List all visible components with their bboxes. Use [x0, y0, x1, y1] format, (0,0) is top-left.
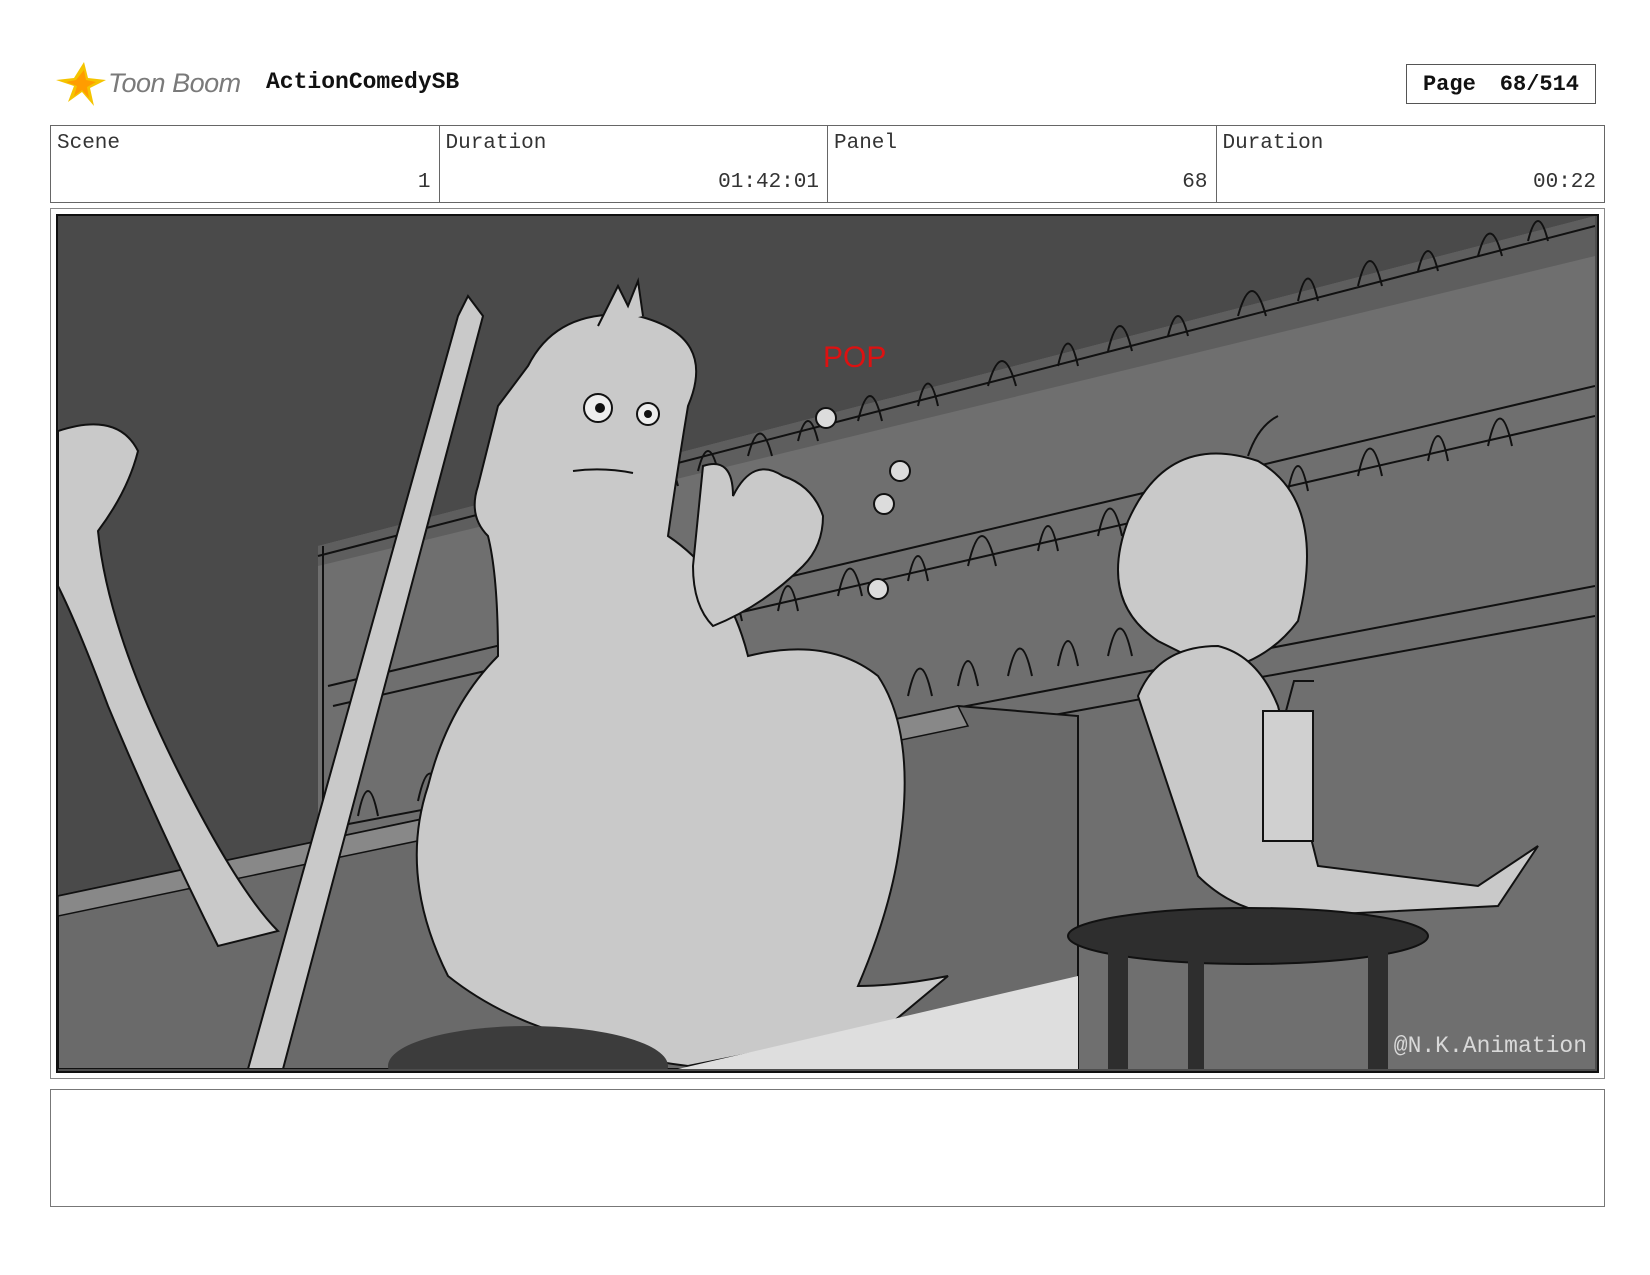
panel-duration-label: Duration [1222, 132, 1324, 155]
storyboard-panel: POP @N.K.Animation [50, 208, 1605, 1079]
storyboard-header: Toon Boom ActionComedySB Page 68/514 [54, 56, 1602, 112]
scene-duration-value: 01:42:01 [718, 171, 819, 194]
scene-label: Scene [57, 132, 121, 155]
panel-artwork: POP @N.K.Animation [56, 214, 1599, 1073]
artist-watermark: @N.K.Animation [1393, 1033, 1587, 1059]
panel-info-row: Scene 1 Duration 01:42:01 Panel 68 Durat… [50, 125, 1605, 203]
panel-cell: Panel 68 [828, 126, 1217, 202]
panel-duration-cell: Duration 00:22 [1217, 126, 1605, 202]
scene-value: 1 [417, 171, 431, 194]
scene-duration-label: Duration [445, 132, 547, 155]
starburst-icon [56, 62, 106, 106]
panel-label: Panel [834, 132, 898, 155]
panel-notes-box[interactable] [50, 1089, 1605, 1207]
sfx-pop-text: POP [823, 341, 887, 374]
toon-boom-logo: Toon Boom [54, 56, 254, 112]
scene-duration-cell: Duration 01:42:01 [440, 126, 828, 202]
panel-duration-value: 00:22 [1532, 171, 1596, 194]
page-label: Page [1422, 71, 1476, 97]
page-indicator: Page 68/514 [1406, 64, 1596, 104]
project-title: ActionComedySB [266, 69, 460, 95]
page-number: 68/514 [1499, 71, 1580, 97]
logo-text: Toon Boom [108, 68, 241, 98]
panel-value: 68 [1182, 171, 1208, 194]
scene-cell: Scene 1 [51, 126, 440, 202]
